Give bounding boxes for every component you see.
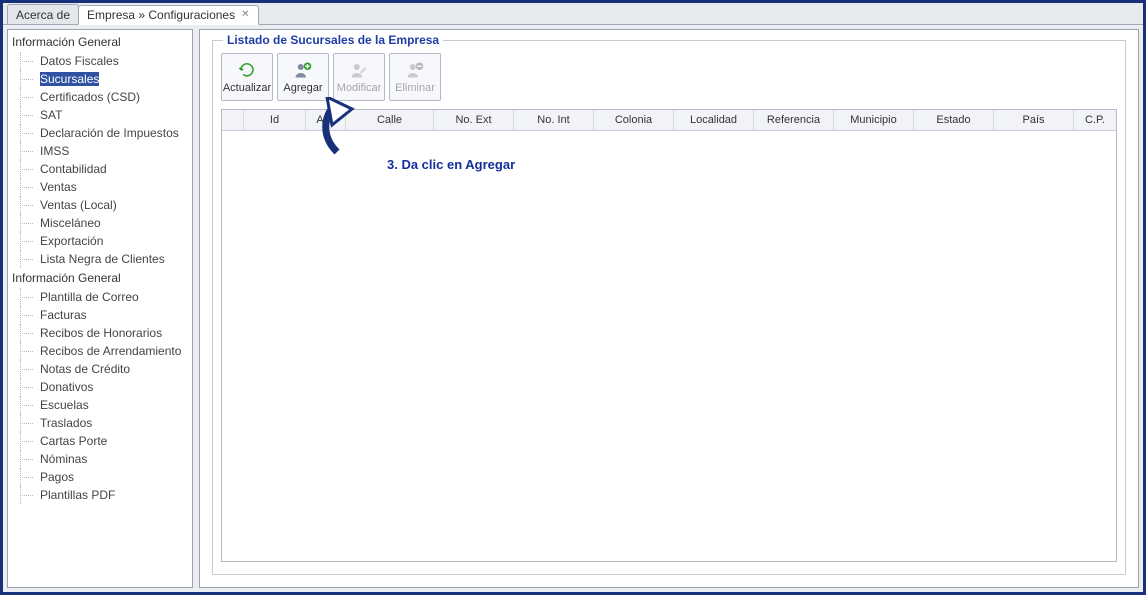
tab-strip: Acerca de Empresa » Configuraciones ✕ <box>3 3 1143 25</box>
close-icon[interactable]: ✕ <box>241 10 249 20</box>
tree-item-plantillas-pdf[interactable]: Plantillas PDF <box>8 486 192 504</box>
tree-item-contabilidad[interactable]: Contabilidad <box>8 160 192 178</box>
tree-item-sat[interactable]: SAT <box>8 106 192 124</box>
col-a[interactable]: A… <box>306 110 346 130</box>
tree-item-sucursales[interactable]: Sucursales <box>8 70 192 88</box>
tree-item-ventas[interactable]: Ventas <box>8 178 192 196</box>
col-colonia[interactable]: Colonia <box>594 110 674 130</box>
tab-acerca[interactable]: Acerca de <box>7 4 79 24</box>
main-area: Información General Datos Fiscales Sucur… <box>3 25 1143 592</box>
grid-sucursales[interactable]: Id A… Calle No. Ext No. Int Colonia Loca… <box>221 109 1117 562</box>
tab-empresa-config[interactable]: Empresa » Configuraciones ✕ <box>78 5 258 25</box>
col-municipio[interactable]: Municipio <box>834 110 914 130</box>
delete-user-icon <box>405 60 425 80</box>
tab-label: Acerca de <box>16 8 70 22</box>
delete-button[interactable]: Eliminar <box>389 53 441 101</box>
tree-item-exportacion[interactable]: Exportación <box>8 232 192 250</box>
tree-item-traslados[interactable]: Traslados <box>8 414 192 432</box>
tree-item-plantilla-correo[interactable]: Plantilla de Correo <box>8 288 192 306</box>
tab-label: Empresa » Configuraciones <box>87 8 235 22</box>
tree-item-imss[interactable]: IMSS <box>8 142 192 160</box>
add-button[interactable]: Agregar <box>277 53 329 101</box>
tree-item-notas-credito[interactable]: Notas de Crédito <box>8 360 192 378</box>
col-no-ext[interactable]: No. Ext <box>434 110 514 130</box>
tree-item-recibos-arrendamiento[interactable]: Recibos de Arrendamiento <box>8 342 192 360</box>
groupbox-sucursales: Listado de Sucursales de la Empresa Actu… <box>212 40 1126 575</box>
edit-button[interactable]: Modificar <box>333 53 385 101</box>
col-calle[interactable]: Calle <box>346 110 434 130</box>
button-label: Modificar <box>337 82 382 94</box>
grid-selector-col[interactable] <box>222 110 244 130</box>
col-no-int[interactable]: No. Int <box>514 110 594 130</box>
tree-item-declaracion-impuestos[interactable]: Declaración de Impuestos <box>8 124 192 142</box>
annotation-arrow <box>302 97 382 170</box>
button-label: Eliminar <box>395 82 435 94</box>
content-panel: Listado de Sucursales de la Empresa Actu… <box>199 29 1139 588</box>
refresh-icon <box>237 60 257 80</box>
tree-group-label[interactable]: Información General <box>8 268 192 288</box>
tree-item-pagos[interactable]: Pagos <box>8 468 192 486</box>
col-localidad[interactable]: Localidad <box>674 110 754 130</box>
grid-body: 3. Da clic en Agregar <box>222 131 1116 561</box>
add-user-icon <box>293 60 313 80</box>
button-label: Actualizar <box>223 82 271 94</box>
refresh-button[interactable]: Actualizar <box>221 53 273 101</box>
tree-item-datos-fiscales[interactable]: Datos Fiscales <box>8 52 192 70</box>
tree-item-cartas-porte[interactable]: Cartas Porte <box>8 432 192 450</box>
tree-group-label[interactable]: Información General <box>8 32 192 52</box>
tree-item-escuelas[interactable]: Escuelas <box>8 396 192 414</box>
grid-header: Id A… Calle No. Ext No. Int Colonia Loca… <box>222 110 1116 131</box>
tree-item-recibos-honorarios[interactable]: Recibos de Honorarios <box>8 324 192 342</box>
groupbox-title: Listado de Sucursales de la Empresa <box>223 33 443 47</box>
sidebar-tree[interactable]: Información General Datos Fiscales Sucur… <box>7 29 193 588</box>
tree-item-certificados[interactable]: Certificados (CSD) <box>8 88 192 106</box>
tree-item-lista-negra[interactable]: Lista Negra de Clientes <box>8 250 192 268</box>
col-estado[interactable]: Estado <box>914 110 994 130</box>
col-pais[interactable]: País <box>994 110 1074 130</box>
col-referencia[interactable]: Referencia <box>754 110 834 130</box>
tree-item-donativos[interactable]: Donativos <box>8 378 192 396</box>
tree-item-miscelaneo[interactable]: Misceláneo <box>8 214 192 232</box>
edit-user-icon <box>349 60 369 80</box>
toolbar: Actualizar Agregar <box>221 53 1117 101</box>
tree-item-facturas[interactable]: Facturas <box>8 306 192 324</box>
tree-item-nominas[interactable]: Nóminas <box>8 450 192 468</box>
col-cp[interactable]: C.P. <box>1074 110 1116 130</box>
col-id[interactable]: Id <box>244 110 306 130</box>
button-label: Agregar <box>283 82 322 94</box>
annotation-text: 3. Da clic en Agregar <box>387 157 515 172</box>
tree-item-ventas-local[interactable]: Ventas (Local) <box>8 196 192 214</box>
